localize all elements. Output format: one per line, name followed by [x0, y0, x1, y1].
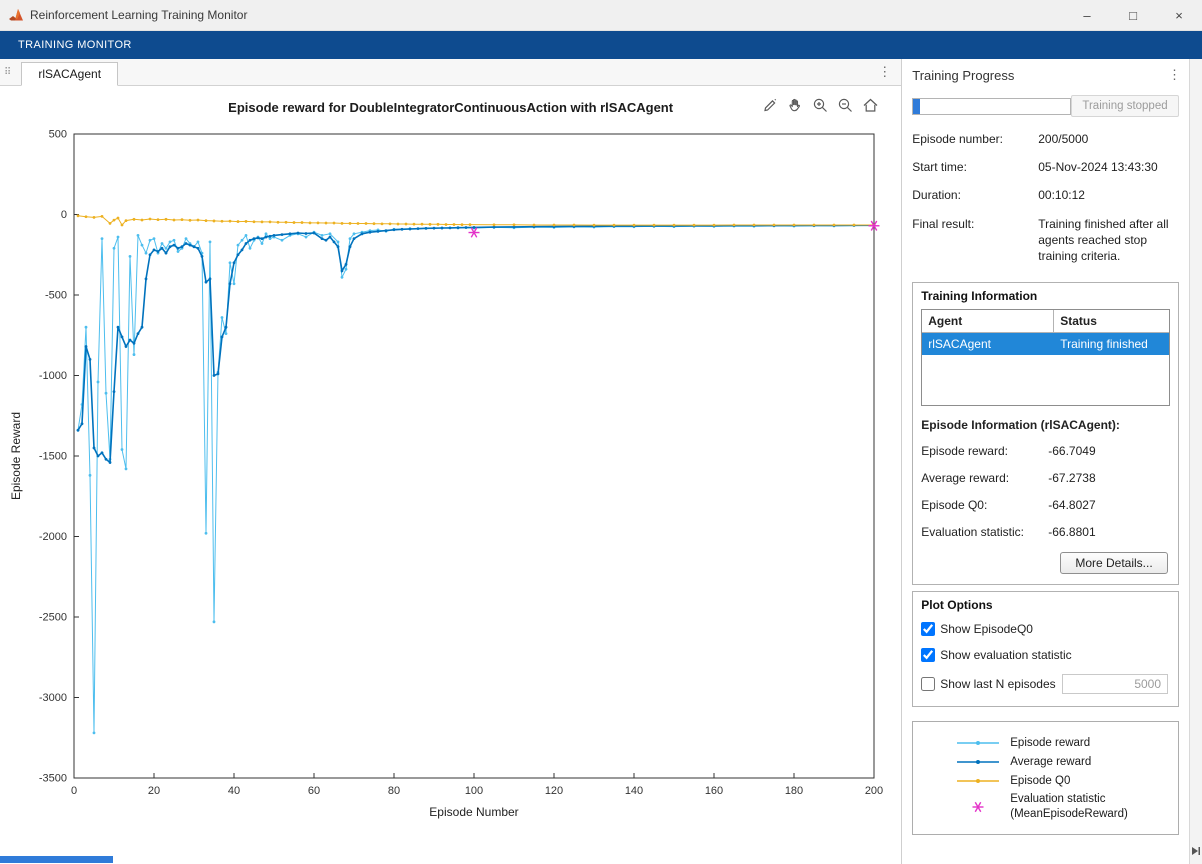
svg-text:20: 20: [148, 785, 160, 797]
episode-information-title: Episode Information (rlSACAgent):: [921, 418, 1170, 432]
svg-text:0: 0: [71, 785, 77, 797]
svg-text:Episode Reward: Episode Reward: [9, 412, 23, 500]
expand-panel-icon[interactable]: [1191, 845, 1201, 860]
stat-evaluation-statistic: Evaluation statistic: -66.8801: [921, 525, 1170, 539]
side-rail: [1189, 59, 1202, 864]
svg-text:60: 60: [308, 785, 320, 797]
svg-text:120: 120: [545, 785, 563, 797]
zoom-in-icon[interactable]: [811, 96, 829, 114]
minimize-button[interactable]: –: [1064, 0, 1110, 30]
legend-item: Evaluation statistic(MeanEpisodeReward): [955, 792, 1178, 821]
line-marker-icon: [955, 735, 1001, 751]
line-marker-icon: [955, 773, 1001, 789]
tab-training-monitor[interactable]: TRAINING MONITOR: [10, 35, 140, 55]
svg-text:160: 160: [705, 785, 723, 797]
training-progress-bar: [912, 98, 1071, 115]
show-episodeq0-checkbox[interactable]: [921, 622, 935, 636]
close-button[interactable]: ×: [1156, 0, 1202, 30]
show-last-n-episodes-label[interactable]: Show last N episodes: [940, 677, 1055, 691]
matlab-logo-icon: [8, 7, 24, 23]
axes-toolbar: [761, 96, 879, 114]
progress-fields: Episode number: 200/5000 Start time: 05-…: [902, 121, 1189, 276]
legend-label: Average reward: [1010, 755, 1091, 769]
training-information-group: Training Information Agent Status rlSACA…: [912, 282, 1179, 585]
training-progress-fill: [913, 99, 919, 114]
maximize-button[interactable]: □: [1110, 0, 1156, 30]
svg-text:-2000: -2000: [39, 531, 67, 543]
tab-rlsacagent[interactable]: rlSACAgent: [21, 62, 118, 86]
edit-plot-icon[interactable]: [761, 96, 779, 114]
figure-panel: ⠿ rlSACAgent ⋮ Episode reward for Double…: [0, 59, 902, 864]
legend-item: Episode Q0: [955, 773, 1178, 789]
chart-legend: Episode reward Average reward Episode Q0 Ev…: [912, 721, 1179, 835]
svg-text:40: 40: [228, 785, 240, 797]
chart-header: Episode reward for DoubleIntegratorConti…: [0, 94, 901, 124]
svg-text:Episode Number: Episode Number: [429, 805, 518, 819]
last-n-episodes-input[interactable]: [1062, 674, 1168, 694]
stat-episode-reward: Episode reward: -66.7049: [921, 444, 1170, 458]
status-strip: [0, 856, 113, 863]
stat-average-reward: Average reward: -67.2738: [921, 471, 1170, 485]
main-area: ⠿ rlSACAgent ⋮ Episode reward for Double…: [0, 59, 1202, 864]
field-duration: Duration: 00:10:12: [912, 187, 1179, 203]
legend-label: Episode reward: [1010, 736, 1090, 750]
zoom-out-icon[interactable]: [836, 96, 854, 114]
svg-text:-1000: -1000: [39, 370, 67, 382]
svg-text:-3000: -3000: [39, 692, 67, 704]
pan-hand-icon[interactable]: [786, 96, 804, 114]
svg-text:200: 200: [865, 785, 883, 797]
agent-table-row[interactable]: rlSACAgent Training finished: [922, 333, 1169, 355]
training-stopped-button[interactable]: Training stopped: [1071, 95, 1179, 117]
svg-text:-500: -500: [45, 290, 67, 302]
reward-plot[interactable]: 0 20 40 60 80 100 120 140 160 180 200 500 0 -500 -1000…: [6, 124, 892, 824]
svg-text:-3500: -3500: [39, 773, 67, 785]
plot-options-title: Plot Options: [921, 598, 1170, 612]
plot-options-group: Plot Options Show EpisodeQ0 Show evaluat…: [912, 591, 1179, 707]
figure-menu-kebab-icon[interactable]: ⋮: [878, 64, 891, 80]
field-start-time: Start time: 05-Nov-2024 13:43:30: [912, 159, 1179, 175]
svg-text:80: 80: [388, 785, 400, 797]
legend-item: Episode reward: [955, 735, 1178, 751]
svg-text:180: 180: [785, 785, 803, 797]
agent-table-header: Agent Status: [922, 310, 1169, 333]
svg-text:500: 500: [49, 129, 67, 141]
show-evaluation-statistic-checkbox[interactable]: [921, 648, 935, 662]
show-last-n-episodes-checkbox[interactable]: [921, 677, 935, 691]
option-show-last-n-episodes: Show last N episodes: [921, 674, 1168, 694]
legend-label: Evaluation statistic(MeanEpisodeReward): [1010, 792, 1128, 821]
agent-status-table: Agent Status rlSACAgent Training finishe…: [921, 309, 1170, 406]
field-final-result: Final result: Training finished after al…: [912, 216, 1179, 265]
option-show-episodeq0: Show EpisodeQ0: [921, 622, 1168, 636]
ribbon: TRAINING MONITOR: [0, 31, 1202, 59]
document-tabstrip: ⠿ rlSACAgent ⋮: [0, 59, 901, 86]
show-episodeq0-label[interactable]: Show EpisodeQ0: [940, 622, 1033, 636]
drag-grip-icon: ⠿: [4, 67, 11, 78]
titlebar: Reinforcement Learning Training Monitor …: [0, 0, 1202, 31]
training-information-title: Training Information: [921, 289, 1170, 303]
window-title: Reinforcement Learning Training Monitor: [30, 8, 247, 22]
restore-view-home-icon[interactable]: [861, 96, 879, 114]
svg-text:140: 140: [625, 785, 643, 797]
stat-episode-q0: Episode Q0: -64.8027: [921, 498, 1170, 512]
chart-container: Episode reward for DoubleIntegratorConti…: [0, 86, 901, 864]
option-show-evaluation-statistic: Show evaluation statistic: [921, 648, 1168, 662]
svg-text:100: 100: [465, 785, 483, 797]
line-marker-icon: [955, 754, 1001, 770]
show-evaluation-statistic-label[interactable]: Show evaluation statistic: [940, 648, 1071, 662]
more-details-button[interactable]: More Details...: [1060, 552, 1168, 574]
svg-text:0: 0: [61, 209, 67, 221]
training-progress-title: Training Progress: [912, 68, 1014, 83]
legend-label: Episode Q0: [1010, 774, 1070, 788]
svg-text:-2500: -2500: [39, 612, 67, 624]
progress-menu-kebab-icon[interactable]: ⋮: [1168, 67, 1181, 83]
asterisk-marker-icon: [955, 799, 1001, 815]
training-progress-panel: Training Progress ⋮ Training stopped Epi…: [902, 59, 1189, 864]
legend-item: Average reward: [955, 754, 1178, 770]
svg-text:-1500: -1500: [39, 451, 67, 463]
agent-table-empty: [922, 355, 1169, 405]
field-episode-number: Episode number: 200/5000: [912, 131, 1179, 147]
